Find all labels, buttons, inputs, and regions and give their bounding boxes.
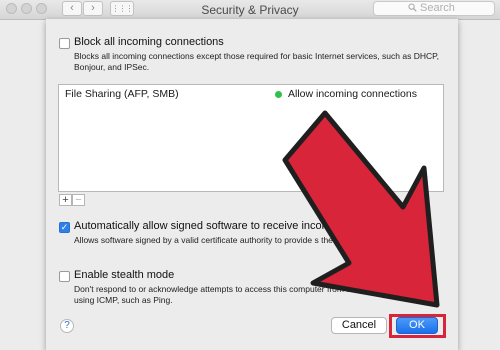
back-button[interactable]: ‹: [62, 1, 82, 16]
chevron-right-icon: ›: [91, 2, 95, 14]
minus-icon: −: [75, 194, 82, 206]
app-name: File Sharing (AFP, SMB): [65, 88, 179, 100]
plus-icon: +: [62, 194, 69, 206]
add-app-button[interactable]: +: [59, 194, 72, 206]
close-window-button[interactable]: [6, 3, 17, 14]
remove-app-button[interactable]: −: [72, 194, 85, 206]
help-button[interactable]: ?: [60, 319, 74, 333]
minimize-window-button[interactable]: [21, 3, 32, 14]
app-status: Allow incoming connections: [288, 88, 417, 100]
search-field[interactable]: Search: [373, 1, 495, 16]
block-all-checkbox[interactable]: [59, 38, 70, 49]
app-list[interactable]: File Sharing (AFP, SMB) Allow incoming c…: [58, 84, 444, 192]
search-icon: [408, 3, 417, 16]
ok-highlight-box: [389, 314, 446, 338]
forward-button[interactable]: ›: [83, 1, 103, 16]
show-all-button[interactable]: ⋮⋮⋮: [110, 1, 134, 16]
checkmark-icon: ✓: [60, 222, 69, 232]
firewall-options-sheet: Block all incoming connections Blocks al…: [46, 19, 458, 350]
auto-allow-description: Allows software signed by a valid certif…: [74, 235, 368, 245]
grid-icon: ⋮⋮⋮: [111, 4, 134, 13]
auto-allow-checkbox[interactable]: ✓: [59, 222, 70, 233]
stealth-mode-description: Don't respond to or acknowledge attempts…: [74, 284, 431, 305]
auto-allow-label: Automatically allow signed software to r…: [74, 220, 331, 232]
list-item[interactable]: File Sharing (AFP, SMB) Allow incoming c…: [59, 85, 443, 103]
block-all-description: Blocks all incoming connections except t…: [74, 51, 440, 72]
chevron-left-icon: ‹: [70, 2, 74, 14]
zoom-window-button[interactable]: [36, 3, 47, 14]
question-mark-icon: ?: [64, 320, 70, 331]
status-dot-icon: [275, 91, 282, 98]
block-all-label: Block all incoming connections: [74, 36, 224, 48]
window-titlebar: ‹ › ⋮⋮⋮ Security & Privacy Search: [0, 0, 500, 20]
cancel-button[interactable]: Cancel: [331, 317, 387, 334]
stealth-mode-label: Enable stealth mode: [74, 269, 175, 281]
search-placeholder: Search: [420, 2, 455, 14]
stealth-mode-checkbox[interactable]: [59, 271, 70, 282]
